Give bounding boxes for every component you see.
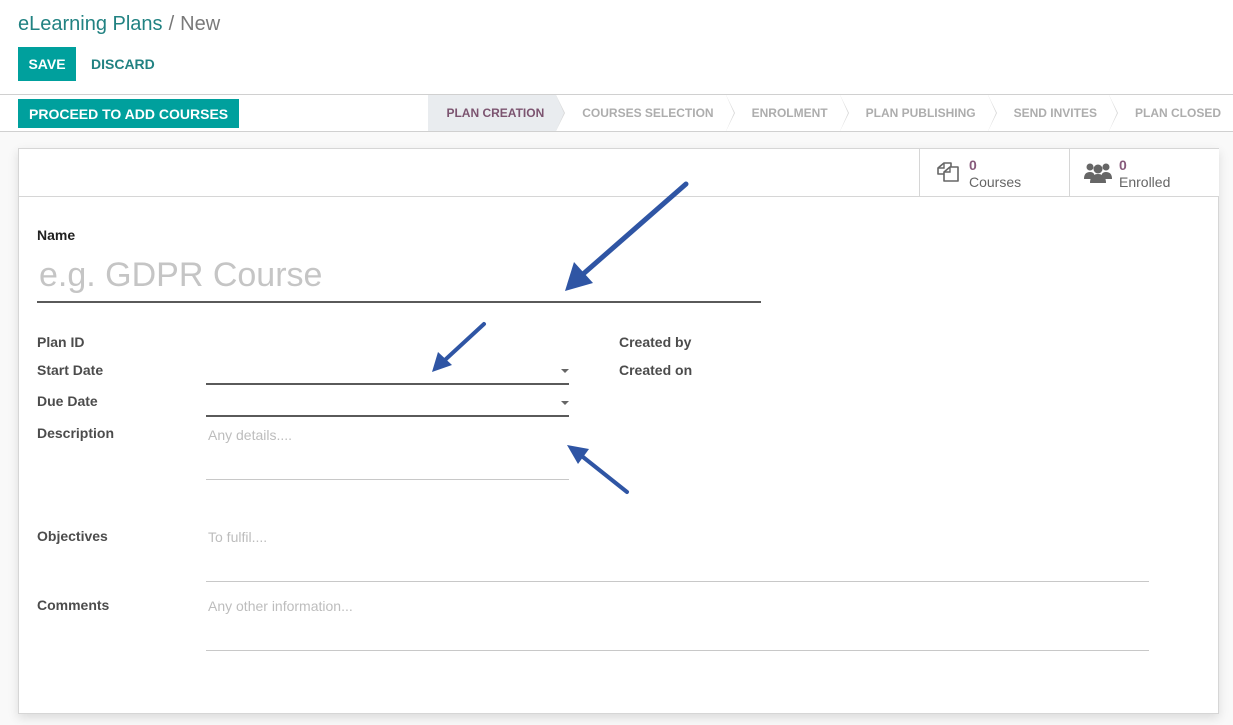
control-panel: eLearning Plans / New SAVE DISCARD	[0, 0, 1233, 95]
breadcrumb: eLearning Plans / New	[18, 12, 220, 36]
courses-stat-button[interactable]: 0 Courses	[919, 149, 1069, 196]
form-sheet: 0 Courses 0 Enrolled Name Plan ID Start …	[18, 148, 1219, 714]
created-on-label: Created on	[619, 362, 693, 378]
objectives-label: Objectives	[37, 528, 108, 544]
comments-textarea[interactable]	[206, 591, 1149, 651]
enrolled-stat-button[interactable]: 0 Enrolled	[1069, 149, 1219, 196]
caret-down-icon	[561, 401, 569, 405]
breadcrumb-separator: /	[168, 13, 175, 35]
proceed-to-add-courses-button[interactable]: PROCEED TO ADD COURSES	[18, 99, 240, 128]
caret-down-icon	[561, 369, 569, 373]
created-by-label: Created by	[619, 334, 692, 350]
stage-pipeline: PLAN CREATION COURSES SELECTION ENROLMEN…	[428, 95, 1233, 131]
enrolled-count: 0	[1119, 157, 1127, 173]
stage-enrolment[interactable]: ENROLMENT	[725, 95, 849, 131]
smart-button-box: 0 Courses 0 Enrolled	[19, 149, 1219, 197]
users-icon	[1084, 161, 1112, 185]
breadcrumb-current: New	[180, 13, 221, 35]
stage-send-invites[interactable]: SEND INVITES	[987, 95, 1119, 131]
start-date-field[interactable]	[206, 357, 569, 385]
stage-plan-closed[interactable]: PLAN CLOSED	[1108, 95, 1233, 131]
description-label: Description	[37, 425, 115, 441]
due-date-label: Due Date	[37, 393, 98, 409]
name-input[interactable]	[37, 249, 761, 303]
courses-label: Courses	[969, 174, 1022, 190]
save-button[interactable]: SAVE	[18, 47, 76, 81]
name-label: Name	[37, 227, 76, 243]
plan-id-label: Plan ID	[37, 334, 85, 350]
discard-button[interactable]: DISCARD	[82, 47, 164, 81]
objectives-textarea[interactable]	[206, 522, 1149, 582]
due-date-field[interactable]	[206, 389, 569, 417]
copy-icon	[934, 161, 962, 185]
courses-count: 0	[969, 157, 977, 173]
comments-label: Comments	[37, 597, 110, 613]
start-date-label: Start Date	[37, 362, 104, 378]
enrolled-label: Enrolled	[1119, 174, 1171, 190]
breadcrumb-parent-link[interactable]: eLearning Plans	[18, 13, 163, 35]
stage-courses-selection[interactable]: COURSES SELECTION	[556, 95, 735, 131]
stage-plan-creation[interactable]: PLAN CREATION	[428, 95, 566, 131]
stage-plan-publishing[interactable]: PLAN PUBLISHING	[839, 95, 997, 131]
status-bar: PROCEED TO ADD COURSES PLAN CREATION COU…	[0, 95, 1233, 132]
description-textarea[interactable]	[206, 420, 569, 480]
